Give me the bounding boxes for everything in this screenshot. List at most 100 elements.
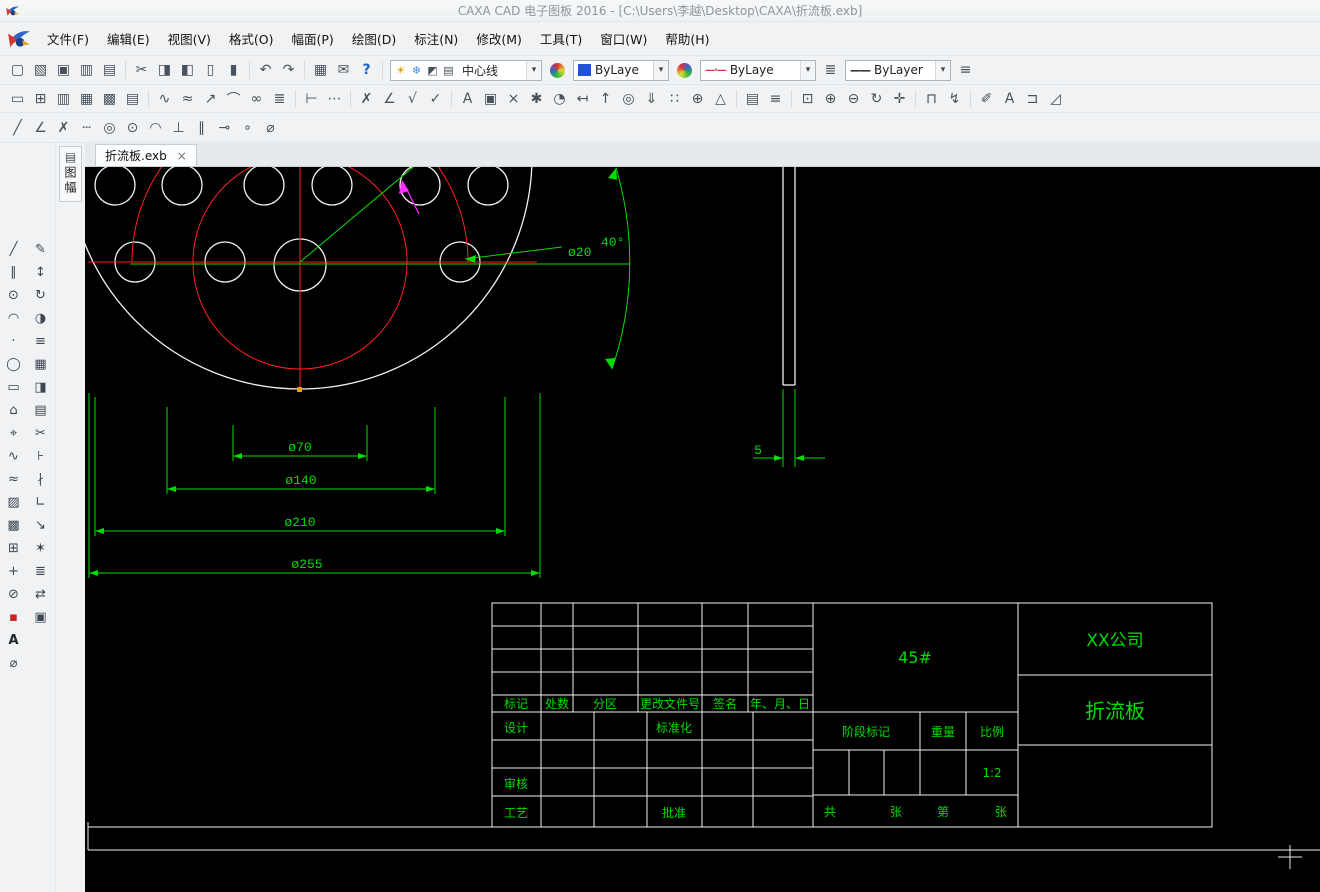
corner-icon[interactable]: ∟ bbox=[29, 491, 53, 514]
dim-255-text[interactable]: ø255 bbox=[291, 557, 322, 572]
dim-angle-icon[interactable]: ∠ bbox=[378, 88, 401, 110]
tb-header-sign[interactable]: 签名 bbox=[713, 696, 737, 711]
circle-icon[interactable]: ⊙ bbox=[121, 117, 144, 139]
tb-header-count[interactable]: 处数 bbox=[545, 696, 569, 711]
fill-color-icon[interactable]: ▪ bbox=[2, 606, 26, 629]
block-icon[interactable]: ⊞ bbox=[2, 537, 26, 560]
mirror-icon[interactable]: ◑ bbox=[29, 307, 53, 330]
explode-icon[interactable]: × bbox=[502, 88, 525, 110]
tb-part-name[interactable]: 折流板 bbox=[1085, 699, 1145, 723]
dim-210-text[interactable]: ø210 bbox=[284, 515, 315, 530]
draw-ellipse-icon[interactable]: ◯ bbox=[2, 353, 26, 376]
open-file-icon[interactable]: ▧ bbox=[29, 59, 52, 81]
leader-icon[interactable]: ↗ bbox=[199, 88, 222, 110]
offset-icon[interactable]: ≡ bbox=[29, 330, 53, 353]
paste-icon[interactable]: ▯ bbox=[199, 59, 222, 81]
table-icon[interactable]: ▤ bbox=[121, 88, 144, 110]
dim-140-text[interactable]: ø140 bbox=[285, 473, 316, 488]
draw-parallel-icon[interactable]: ∥ bbox=[2, 261, 26, 284]
tb-weight[interactable]: 重量 bbox=[931, 725, 955, 739]
axis-line-icon[interactable]: ┄ bbox=[75, 117, 98, 139]
draw-rectangle-icon[interactable]: ▭ bbox=[2, 376, 26, 399]
dim-angle-text[interactable]: 40° bbox=[601, 235, 624, 250]
chevron-down-icon[interactable]: ▾ bbox=[800, 60, 815, 80]
tb-material[interactable]: 45# bbox=[898, 648, 932, 667]
insert-frame-icon[interactable]: ▦ bbox=[309, 59, 332, 81]
angular-line-icon[interactable]: ∠ bbox=[29, 117, 52, 139]
section-view-icon[interactable]: ▥ bbox=[52, 88, 75, 110]
wave-line-icon[interactable]: ≈ bbox=[176, 88, 199, 110]
tb-approve[interactable]: 批准 bbox=[662, 805, 686, 820]
chevron-down-icon[interactable]: ▾ bbox=[526, 60, 541, 80]
align-left-icon[interactable]: ↤ bbox=[571, 88, 594, 110]
projection-view-icon[interactable]: ▦ bbox=[75, 88, 98, 110]
tb-header-date[interactable]: 年、月、日 bbox=[750, 697, 810, 711]
zoom-window-icon[interactable]: ⊡ bbox=[796, 88, 819, 110]
swap-icon[interactable]: ⇄ bbox=[29, 583, 53, 606]
text-tool-icon[interactable]: A bbox=[2, 629, 26, 652]
linewidth-list-icon[interactable]: ≣ bbox=[819, 59, 842, 81]
title-block-text[interactable]: 标记 处数 分区 更改文件号 签名 年、月、日 设计 标准化 审核 工艺 批准 … bbox=[504, 631, 1145, 820]
arc-tool-icon[interactable]: ⌒ bbox=[222, 88, 245, 110]
extend-icon[interactable]: ⊦ bbox=[29, 445, 53, 468]
pan-icon[interactable]: ✛ bbox=[888, 88, 911, 110]
menu-paper[interactable]: 幅面(P) bbox=[283, 24, 343, 53]
tb-header-zone[interactable]: 分区 bbox=[593, 697, 617, 711]
tb-scale-label[interactable]: 比例 bbox=[980, 725, 1004, 739]
tb-review[interactable]: 审核 bbox=[504, 776, 528, 791]
color-palette-icon[interactable] bbox=[550, 62, 565, 78]
copy-with-basepoint-icon[interactable]: ◧ bbox=[176, 59, 199, 81]
draw-centerline-icon[interactable]: ⌖ bbox=[2, 422, 26, 445]
drawing-canvas[interactable]: 40° ø20 ø70 ø140 ø210 ø255 5 标记 处数 分区 更改… bbox=[85, 167, 1320, 892]
redo-icon[interactable]: ↷ bbox=[277, 59, 300, 81]
draw-point-icon[interactable]: · bbox=[2, 330, 26, 353]
point-icon[interactable]: ∘ bbox=[236, 117, 259, 139]
properties-icon[interactable]: ≣ bbox=[29, 560, 53, 583]
list-icon[interactable]: ≣ bbox=[268, 88, 291, 110]
target-icon[interactable]: ◎ bbox=[617, 88, 640, 110]
text-style-icon[interactable]: A bbox=[998, 88, 1021, 110]
linewidth-combo[interactable]: —— ByLayer ▾ bbox=[845, 59, 951, 81]
undo-icon[interactable]: ↶ bbox=[254, 59, 277, 81]
print-preview-icon[interactable]: ▥ bbox=[75, 59, 98, 81]
dim-linear-icon[interactable]: ⊢ bbox=[300, 88, 323, 110]
trim-icon[interactable]: ✂ bbox=[29, 422, 53, 445]
menu-file[interactable]: 文件(F) bbox=[38, 24, 98, 53]
menu-modify[interactable]: 修改(M) bbox=[467, 24, 531, 53]
layer-lock-icon[interactable]: ◩ bbox=[425, 61, 440, 79]
brush-style-icon[interactable]: ✐ bbox=[975, 88, 998, 110]
library-icon[interactable]: △ bbox=[709, 88, 732, 110]
tb-standardization[interactable]: 标准化 bbox=[656, 721, 692, 735]
baffle-side-view[interactable] bbox=[782, 167, 796, 386]
erase-icon[interactable]: ✗ bbox=[355, 88, 378, 110]
layer-combo[interactable]: ☀ ❄ ◩ ▤ 中心线 ▾ bbox=[390, 59, 542, 81]
tb-page2-label[interactable]: 张 bbox=[995, 805, 1007, 819]
tb-design[interactable]: 设计 bbox=[504, 721, 528, 735]
text-icon[interactable]: A bbox=[456, 88, 479, 110]
dim-continuous-icon[interactable]: ⋯ bbox=[323, 88, 346, 110]
cut-icon[interactable]: ✂ bbox=[130, 59, 153, 81]
hatch-icon[interactable]: ▨ bbox=[2, 491, 26, 514]
toolbar-options-icon[interactable]: ≡ bbox=[954, 59, 977, 81]
layer-visibility-icon[interactable]: ☀ bbox=[393, 61, 408, 79]
dim-70-text[interactable]: ø70 bbox=[288, 440, 311, 455]
standard-views-icon[interactable]: ⊞ bbox=[29, 88, 52, 110]
formula-icon[interactable]: ⌀ bbox=[2, 652, 26, 675]
dim-hole-text[interactable]: ø20 bbox=[568, 245, 591, 260]
menu-draw[interactable]: 绘图(D) bbox=[343, 24, 405, 53]
dimension-lines[interactable] bbox=[88, 167, 825, 578]
copy-icon[interactable]: ◨ bbox=[153, 59, 176, 81]
document-tab[interactable]: 折流板.exb × bbox=[95, 144, 197, 166]
draw-circle-icon[interactable]: ⊙ bbox=[2, 284, 26, 307]
tb-page-label[interactable]: 第 bbox=[937, 805, 949, 819]
spline-icon[interactable]: ∿ bbox=[153, 88, 176, 110]
sheet-settings-icon[interactable]: ▤ bbox=[741, 88, 764, 110]
check-icon[interactable]: ✓ bbox=[424, 88, 447, 110]
perpendicular-icon[interactable]: ⊥ bbox=[167, 117, 190, 139]
tb-stage-mark[interactable]: 阶段标记 bbox=[842, 724, 890, 739]
tb-header-mark[interactable]: 标记 bbox=[504, 697, 528, 711]
draw-spline-icon[interactable]: ∿ bbox=[2, 445, 26, 468]
tangent-icon[interactable]: ⊸ bbox=[213, 117, 236, 139]
grid-icon[interactable]: ▤ bbox=[29, 399, 53, 422]
save-icon[interactable]: ▣ bbox=[52, 59, 75, 81]
